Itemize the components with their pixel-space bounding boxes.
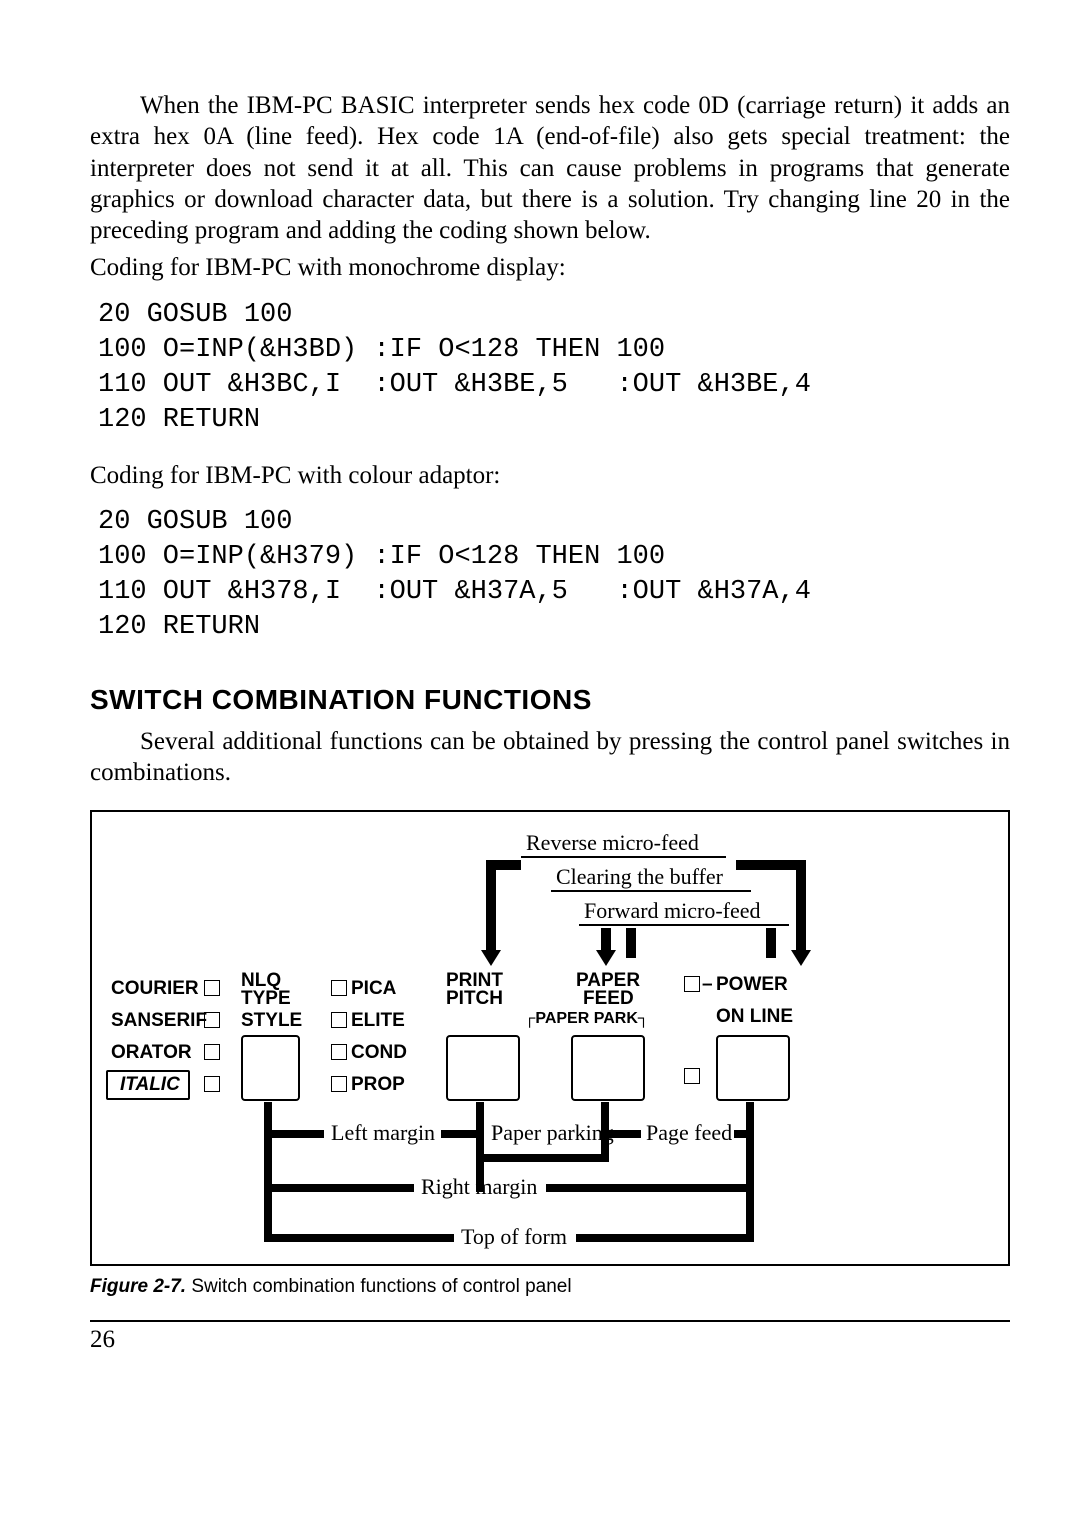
figure-caption: Figure 2-7. Switch combination functions… <box>90 1276 1010 1298</box>
paragraph-intro: When the IBM-PC BASIC interpreter sends … <box>90 90 1010 246</box>
label-paper-parking: Paper parking <box>491 1120 614 1146</box>
label-top-of-form: Top of form <box>461 1224 567 1250</box>
checkbox-icon <box>331 1012 347 1028</box>
label-clearing-buffer: Clearing the buffer <box>556 864 723 890</box>
paragraph-switch-intro: Several additional functions can be obta… <box>90 726 1010 789</box>
label-forward-microfeed: Forward micro-feed <box>584 898 761 924</box>
label-courier: COURIER <box>111 978 199 1000</box>
label-sanserif: SANSERIF <box>111 1010 207 1032</box>
label-pica: PICA <box>351 978 396 1000</box>
label-cond: COND <box>351 1042 407 1064</box>
paragraph-color-label: Coding for IBM-PC with colour adaptor: <box>90 460 1010 491</box>
figure-caption-number: Figure 2-7. <box>90 1276 186 1297</box>
figure-frame: Reverse micro-feed Clearing the buffer F… <box>90 810 1010 1266</box>
checkbox-icon <box>204 980 220 996</box>
button-print-pitch[interactable] <box>446 1035 520 1101</box>
document-page: When the IBM-PC BASIC interpreter sends … <box>0 0 1080 1528</box>
control-panel-diagram: Reverse micro-feed Clearing the buffer F… <box>106 830 994 1250</box>
label-right-margin: Right margin <box>421 1174 537 1200</box>
arrow-down-icon <box>596 950 616 966</box>
checkbox-icon <box>331 1076 347 1092</box>
checkbox-icon <box>204 1012 220 1028</box>
label-style: STYLE <box>241 1010 302 1032</box>
checkbox-icon <box>331 1044 347 1060</box>
label-elite: ELITE <box>351 1010 405 1032</box>
label-feed: FEED <box>583 988 634 1010</box>
label-left-margin: Left margin <box>331 1120 435 1146</box>
code-block-monochrome: 20 GOSUB 100 100 O=INP(&H3BD) :IF O<128 … <box>98 298 1010 438</box>
button-online[interactable] <box>716 1035 790 1101</box>
arrow-down-icon <box>791 950 811 966</box>
page-footer-rule: 26 <box>90 1320 1010 1354</box>
label-italic: ITALIC <box>120 1074 180 1096</box>
section-heading: SWITCH COMBINATION FUNCTIONS <box>90 684 1010 716</box>
label-paper-park: ┌PAPER PARK┐ <box>524 1010 644 1028</box>
button-paper-feed[interactable] <box>571 1035 645 1101</box>
label-reverse-microfeed: Reverse micro-feed <box>526 830 699 856</box>
code-block-color: 20 GOSUB 100 100 O=INP(&H379) :IF O<128 … <box>98 505 1010 645</box>
label-page-feed: Page feed <box>646 1120 732 1146</box>
paragraph-mono-label: Coding for IBM-PC with monochrome displa… <box>90 252 1010 283</box>
button-nlq-style[interactable] <box>241 1035 300 1101</box>
label-pitch: PITCH <box>446 988 503 1010</box>
underline <box>579 924 789 926</box>
underline <box>521 856 726 858</box>
label-power: POWER <box>716 974 788 996</box>
label-type: TYPE <box>241 988 291 1010</box>
underline <box>551 890 751 892</box>
label-prop: PROP <box>351 1074 405 1096</box>
checkbox-icon <box>684 976 700 992</box>
arrow-down-icon <box>481 950 501 966</box>
label-power-dash: – <box>702 974 713 996</box>
page-number: 26 <box>90 1326 115 1353</box>
checkbox-icon <box>684 1068 700 1084</box>
figure-caption-text: Switch combination functions of control … <box>186 1276 572 1297</box>
checkbox-icon <box>204 1076 220 1092</box>
checkbox-icon <box>331 980 347 996</box>
label-online: ON LINE <box>716 1006 793 1028</box>
label-orator: ORATOR <box>111 1042 192 1064</box>
checkbox-icon <box>204 1044 220 1060</box>
